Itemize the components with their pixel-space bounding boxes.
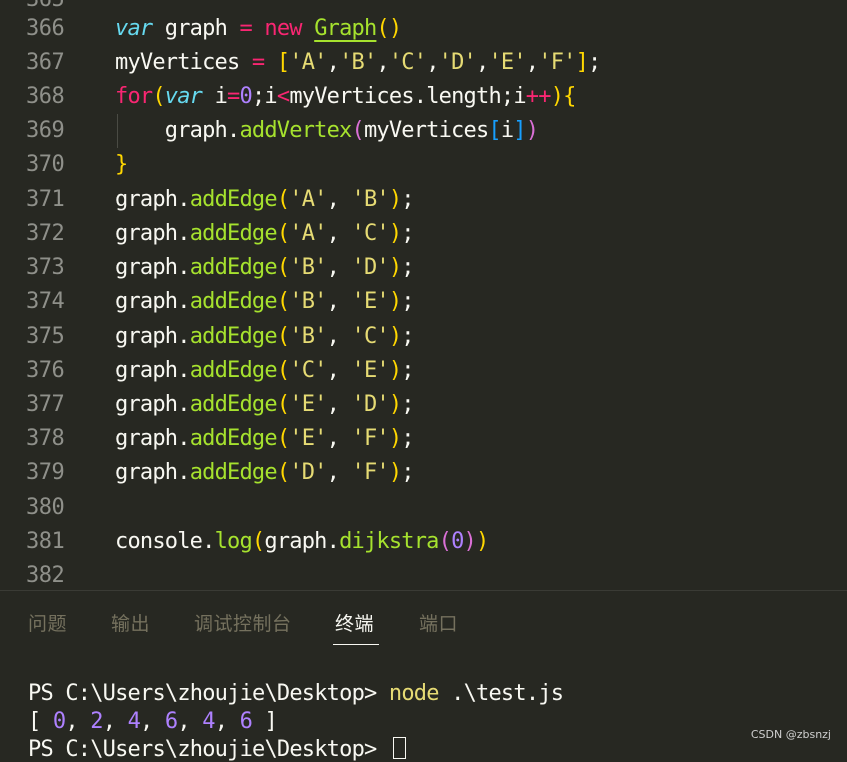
terminal-command: node (388, 681, 440, 706)
terminal-arg: .\test.js (451, 681, 564, 706)
bottom-panel: 问题 输出 调试控制台 终端 端口 PS C:\Users\zhoujie\De… (0, 590, 847, 762)
code-line: 377 graph.addEdge('E', 'D'); (0, 388, 415, 422)
terminal-prompt: PS C:\Users\zhoujie\Desktop> (28, 681, 377, 706)
line-number: 370 (26, 152, 65, 177)
code-line: 366 var graph = new Graph() (0, 12, 402, 46)
line-number: 367 (26, 50, 65, 75)
line-number: 377 (26, 392, 65, 417)
line-number: 378 (26, 426, 65, 451)
code-line: 373 graph.addEdge('B', 'D'); (0, 251, 415, 285)
terminal-output: [ 0, 2, 4, 6, 4, 6 ] (28, 709, 278, 734)
line-number: 380 (26, 495, 65, 520)
line-number: 369 (26, 118, 65, 143)
code-line: 376 graph.addEdge('C', 'E'); (0, 354, 415, 388)
tab-problems[interactable]: 问题 (28, 609, 67, 636)
code-line: 367 myVertices = ['A','B','C','D','E','F… (0, 46, 601, 80)
watermark: CSDN @zbsnzj (750, 728, 831, 741)
code-line: 375 graph.addEdge('B', 'C'); (0, 320, 415, 354)
line-number: 373 (26, 255, 65, 280)
line-number: 379 (26, 460, 65, 485)
line-number: 375 (26, 324, 65, 349)
line-number: 376 (26, 358, 65, 383)
code-line: 374 graph.addEdge('B', 'E'); (0, 285, 415, 319)
code-line: 378 graph.addEdge('E', 'F'); (0, 422, 415, 456)
code-line: 369 graph.addVertex(myVertices[i]) (0, 114, 539, 148)
code-line: 379 graph.addEdge('D', 'F'); (0, 456, 415, 490)
line-number: 374 (26, 289, 65, 314)
code-line: 371 graph.addEdge('A', 'B'); (0, 183, 415, 217)
terminal-cursor (392, 737, 406, 759)
code-line: 368 for(var i=0;i<myVertices.length;i++)… (0, 80, 576, 114)
tab-ports[interactable]: 端口 (419, 609, 458, 636)
code-line: 370 } (0, 148, 128, 182)
code-line: 380 (0, 491, 65, 525)
line-number: 381 (26, 529, 65, 554)
code-line: 372 graph.addEdge('A', 'C'); (0, 217, 415, 251)
code-editor[interactable]: 365 366 var graph = new Graph() 367 myVe… (0, 0, 847, 590)
tab-terminal[interactable]: 终端 (335, 609, 374, 636)
line-number: 382 (26, 563, 65, 588)
active-tab-indicator (333, 644, 379, 645)
line-number: 372 (26, 221, 65, 246)
line-number: 371 (26, 187, 65, 212)
line-number: 368 (26, 84, 65, 109)
line-number: 366 (26, 16, 65, 41)
code-line: 381 console.log(graph.dijkstra(0)) (0, 525, 489, 559)
terminal-line[interactable]: PS C:\Users\zhoujie\Desktop> node .\test… (28, 681, 564, 706)
tab-output[interactable]: 输出 (111, 609, 150, 636)
code-line: 382 (0, 559, 65, 590)
tab-debug-console[interactable]: 调试控制台 (194, 609, 292, 636)
